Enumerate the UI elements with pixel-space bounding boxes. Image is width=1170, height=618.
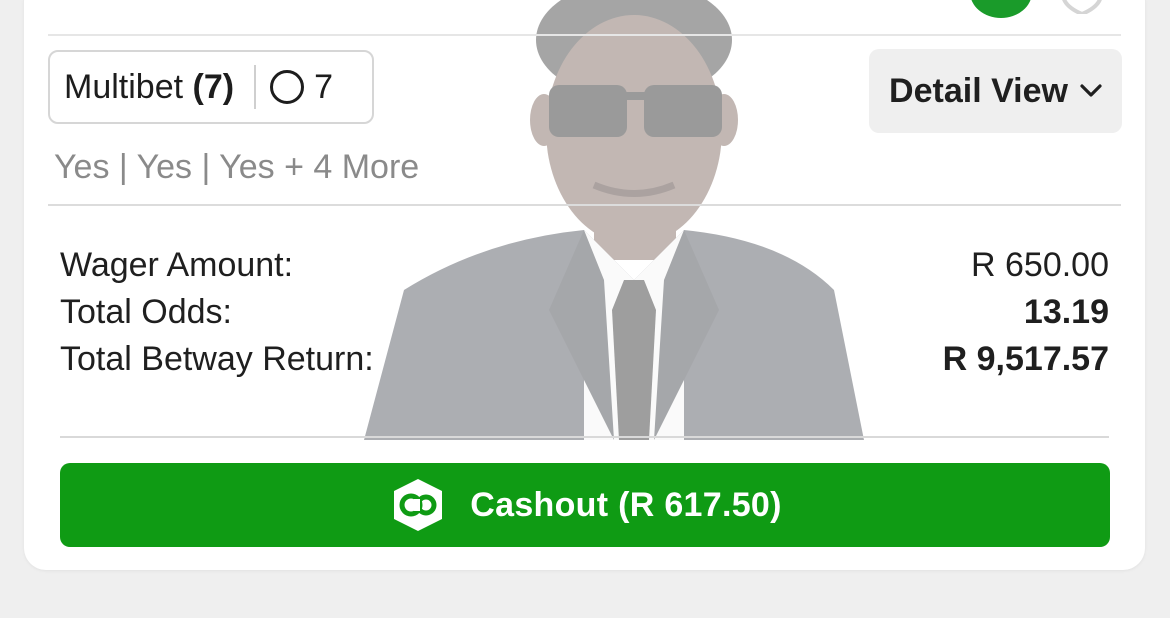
total-odds-value: 13.19 [1023,293,1109,331]
leg-count-label: (7) [192,67,235,106]
cashout-label: Cashout (R 617.50) [470,485,782,524]
wager-amount-row: Wager Amount: R 650.00 [60,246,1109,293]
wager-amount-label: Wager Amount: [60,246,294,284]
total-return-label: Total Betway Return: [60,340,374,378]
previous-row-partial [24,0,1145,35]
bet-type-label: Multibet (7) [64,67,235,106]
selections-summary: Yes | Yes | Yes + 4 More [54,148,420,186]
chevron-down-icon [1080,84,1102,97]
cashout-co-icon [394,479,443,531]
multibet-chip[interactable]: Multibet (7) 7 [48,50,374,124]
divider [48,204,1121,206]
shield-icon [1062,0,1102,14]
legs-count: 7 [314,67,333,106]
status-indicator-icon [970,0,1032,18]
bet-summary: Wager Amount: R 650.00 Total Odds: 13.19… [60,246,1109,387]
chip-separator [254,65,257,109]
total-return-value: R 9,517.57 [942,340,1109,378]
detail-view-label: Detail View [889,71,1068,110]
divider [48,34,1121,36]
total-return-row: Total Betway Return: R 9,517.57 [60,340,1109,387]
bet-card: Multibet (7) 7 Detail View Yes | Yes | Y… [24,0,1145,570]
detail-view-button[interactable]: Detail View [869,49,1122,133]
total-odds-label: Total Odds: [60,293,232,331]
total-odds-row: Total Odds: 13.19 [60,293,1109,340]
divider [60,436,1109,438]
wager-amount-value: R 650.00 [971,246,1109,284]
circle-icon [270,70,305,104]
cashout-button[interactable]: Cashout (R 617.50) [60,463,1110,547]
